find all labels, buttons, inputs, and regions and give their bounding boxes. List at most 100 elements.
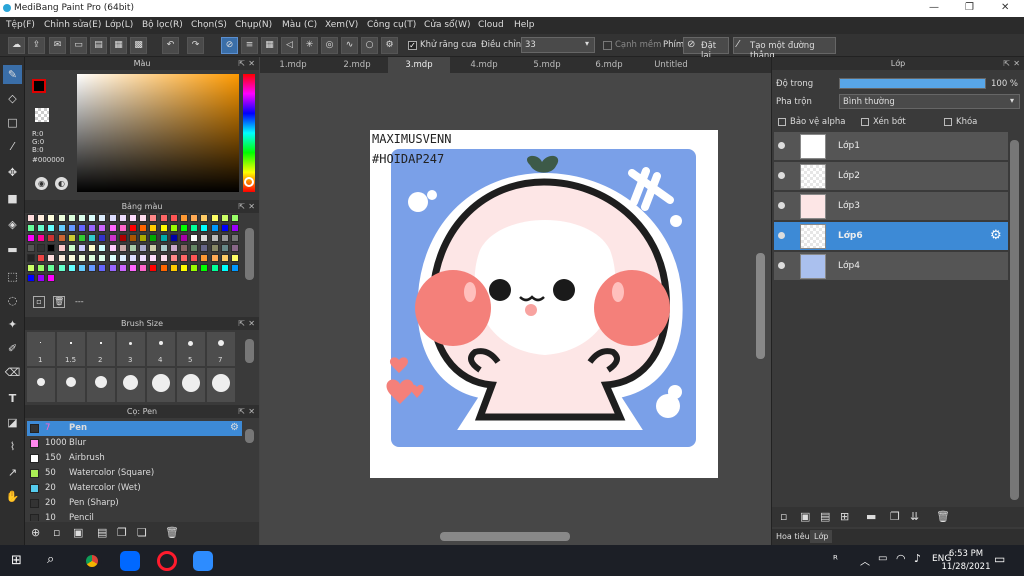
palette-swatch[interactable] [88, 244, 97, 252]
palette-swatch[interactable] [27, 244, 35, 252]
brush-item-pen-sharp[interactable]: 20 Pen (Sharp) [27, 496, 242, 511]
people-icon[interactable]: ᴿ [833, 553, 838, 566]
straight-line-button[interactable]: ⁄ Tạo một đường thẳng [733, 37, 836, 61]
palette-swatch[interactable] [149, 264, 158, 272]
palette-swatch[interactable] [180, 244, 188, 252]
search-icon[interactable]: ⌕ [47, 552, 54, 567]
undo-icon[interactable]: ↶ [162, 37, 179, 54]
grid-ruler-icon[interactable]: ▦ [261, 37, 278, 54]
palette-swatch[interactable] [159, 214, 168, 222]
palette-swatch[interactable] [220, 254, 229, 262]
gear-icon[interactable]: ⚙ [230, 422, 239, 433]
popout-icon[interactable]: ⇱ [238, 405, 245, 418]
palette-swatch[interactable] [129, 254, 137, 262]
palette-swatch[interactable] [67, 254, 76, 262]
reset-button[interactable]: ⊘ Đặt lại [683, 37, 729, 61]
palette-swatch[interactable] [149, 224, 158, 232]
brush-item-watercolor-wet[interactable]: 20 Watercolor (Wet) [27, 481, 242, 496]
zalo-icon[interactable] [120, 551, 140, 571]
curve-icon[interactable]: ∿ [341, 37, 358, 54]
layer-row-lop1[interactable]: Lớp1 [774, 132, 1008, 161]
grid-doc-icon[interactable]: ▦ [110, 37, 127, 54]
new-palette-icon[interactable]: ▫ [33, 296, 45, 308]
windows-start-icon[interactable]: ⊞ [11, 553, 22, 568]
palette-swatch[interactable] [78, 234, 86, 242]
palette-swatch[interactable] [118, 244, 127, 252]
close-icon[interactable]: ✕ [248, 317, 255, 330]
popout-icon[interactable]: ⇱ [1003, 57, 1010, 70]
layer-row-lop6[interactable]: Lớp6 ⚙ [774, 222, 1008, 251]
palette-swatch[interactable] [231, 264, 239, 272]
palette-swatch[interactable] [180, 214, 188, 222]
palette-swatch[interactable] [108, 234, 117, 242]
menu-cloud[interactable]: Cloud [478, 20, 504, 30]
palette-swatch[interactable] [210, 254, 219, 262]
popout-icon[interactable]: ⇱ [238, 317, 245, 330]
palette-swatch[interactable] [129, 264, 137, 272]
palette-swatch[interactable] [27, 264, 35, 272]
primary-color[interactable] [32, 79, 46, 93]
palette-swatch[interactable] [88, 264, 97, 272]
brush-item-blur[interactable]: 1000 Blur [27, 436, 242, 451]
palette-swatch[interactable] [169, 234, 178, 242]
palette-swatch[interactable] [220, 244, 229, 252]
select-eraser-icon[interactable]: ⌫ [3, 363, 22, 382]
pen-tool-icon[interactable]: ⁄ [3, 137, 22, 156]
select-rect-icon[interactable]: ⬚ [3, 267, 22, 286]
palette-swatch[interactable] [169, 214, 178, 222]
palette-swatch[interactable] [98, 254, 107, 262]
palette-swatch[interactable] [200, 264, 209, 272]
zoom-icon[interactable] [193, 551, 213, 571]
new-halftone-layer-icon[interactable]: ▣ [800, 510, 810, 523]
close-icon[interactable]: ✕ [248, 200, 255, 213]
menu-edit[interactable]: Chỉnh sửa(E) [44, 20, 101, 30]
palette-swatch[interactable] [78, 214, 86, 222]
palette-scrollbar[interactable] [245, 228, 254, 280]
protect-alpha-checkbox[interactable] [778, 118, 786, 126]
move-tool-icon[interactable]: ✥ [3, 163, 22, 182]
palette-swatch[interactable] [190, 244, 199, 252]
size-cell[interactable] [207, 368, 235, 402]
size-cell[interactable] [57, 368, 85, 402]
blend-select[interactable]: Bình thường ▾ [839, 94, 1020, 109]
bucket-icon[interactable]: ◈ [3, 215, 22, 234]
palette-swatch[interactable] [190, 234, 199, 242]
duplicate-brush-icon[interactable]: ❏ [137, 526, 147, 539]
operation-icon[interactable]: ↗ [3, 463, 22, 482]
delete-brush-icon[interactable]: 🗑 [165, 526, 179, 539]
palette-swatch[interactable] [67, 234, 76, 242]
size-cell[interactable]: 4 [147, 332, 175, 366]
close-icon[interactable]: ✕ [1013, 57, 1020, 70]
eye-icon[interactable] [778, 172, 785, 179]
palette-swatch[interactable] [118, 224, 127, 232]
saturation-value-field[interactable] [77, 74, 239, 192]
palette-swatch[interactable] [220, 234, 229, 242]
palette-swatch[interactable] [180, 234, 188, 242]
clock-time[interactable]: 6:53 PM [944, 549, 988, 559]
new-brush-icon[interactable]: ▫ [53, 526, 60, 539]
new-layer-icon[interactable]: ▫ [780, 510, 787, 523]
merge-layer-icon[interactable]: ⇊ [910, 510, 919, 523]
gradient-icon[interactable]: ▬ [3, 240, 22, 259]
hand-tool-icon[interactable]: ✋ [3, 487, 22, 506]
close-icon[interactable]: ✕ [248, 57, 255, 70]
palette-swatch[interactable] [37, 234, 46, 242]
folder-icon[interactable]: ▬ [866, 510, 876, 523]
size-cell[interactable] [177, 368, 205, 402]
palette-swatch[interactable] [98, 264, 107, 272]
palette-swatch[interactable] [57, 254, 66, 262]
perspective-icon[interactable]: ◁ [281, 37, 298, 54]
layer-row-lop2[interactable]: Lớp2 [774, 162, 1008, 191]
palette-swatch[interactable] [118, 254, 127, 262]
palette-swatch[interactable] [220, 224, 229, 232]
tab-4[interactable]: 4.mdp [453, 57, 515, 73]
parallel-ruler-icon[interactable]: ≡ [241, 37, 258, 54]
palette-swatch[interactable] [220, 214, 229, 222]
palette-swatch[interactable] [108, 264, 117, 272]
brush-menu-icon[interactable]: ▣ [73, 526, 83, 539]
size-cell[interactable]: 1.5 [57, 332, 85, 366]
menu-view[interactable]: Xem(V) [325, 20, 358, 30]
size-cell[interactable]: 7 [207, 332, 235, 366]
cloud-icon[interactable]: ☁ [8, 37, 25, 54]
palette-swatch[interactable] [47, 254, 56, 262]
